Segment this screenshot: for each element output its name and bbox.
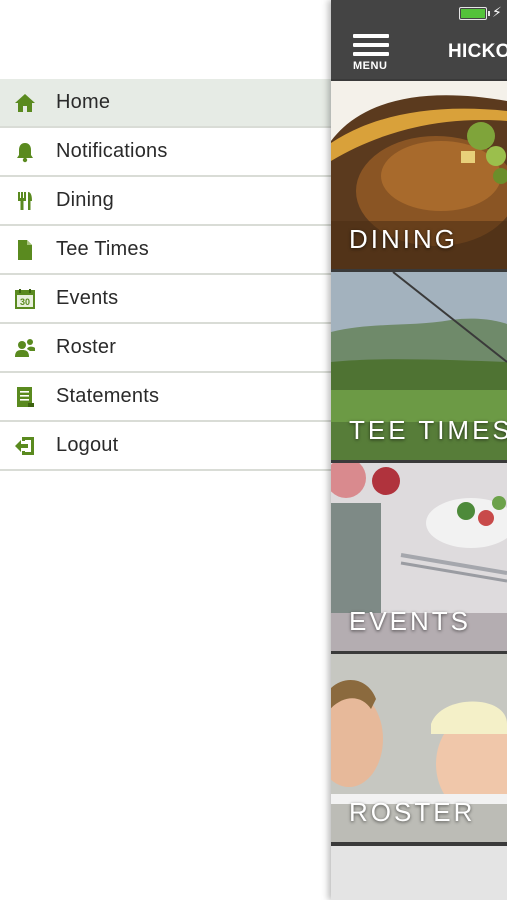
tile-tee-times[interactable]: TEE TIMES <box>331 272 507 460</box>
hamburger-icon-bar <box>353 43 389 47</box>
drawer-item-home[interactable]: Home <box>0 79 331 128</box>
tile-next-partial[interactable] <box>331 846 507 900</box>
menu-button-label: MENU <box>353 60 388 72</box>
tile-dining[interactable]: DINING <box>331 81 507 269</box>
drawer-item-label: Notifications <box>56 140 168 162</box>
club-name-title: HICKORY <box>448 41 507 62</box>
tile-label: ROSTER <box>349 797 476 827</box>
tile-label: DINING <box>349 224 458 254</box>
drawer-item-logout[interactable]: Logout <box>0 422 331 471</box>
main-content-panel: ⚡ MENU HICKORY DINING <box>331 0 507 900</box>
drawer-item-notifications[interactable]: Notifications <box>0 128 331 177</box>
drawer-item-events[interactable]: 30 Events <box>0 275 331 324</box>
navigation-drawer: Home Notifications Dining Tee Times 30 E… <box>0 0 331 900</box>
drawer-item-label: Roster <box>56 336 117 358</box>
people-icon <box>14 337 36 359</box>
tile-events[interactable]: EVENTS <box>331 463 507 651</box>
drawer-item-label: Dining <box>56 189 114 211</box>
drawer-item-statements[interactable]: Statements <box>0 373 331 422</box>
drawer-item-roster[interactable]: Roster <box>0 324 331 373</box>
drawer-item-dining[interactable]: Dining <box>0 177 331 226</box>
drawer-item-label: Events <box>56 287 119 309</box>
drawer-item-tee-times[interactable]: Tee Times <box>0 226 331 275</box>
drawer-item-label: Tee Times <box>56 238 149 260</box>
tile-roster[interactable]: ROSTER <box>331 654 507 842</box>
top-bar: ⚡ MENU HICKORY <box>331 0 507 79</box>
document-icon <box>14 239 36 261</box>
drawer-menu-list: Home Notifications Dining Tee Times 30 E… <box>0 79 331 471</box>
home-icon <box>14 92 36 114</box>
tile-label: EVENTS <box>349 606 472 636</box>
hamburger-icon <box>353 34 389 38</box>
hamburger-icon-bar <box>353 52 389 56</box>
drawer-item-label: Statements <box>56 385 160 407</box>
tile-label: TEE TIMES <box>349 415 507 445</box>
drawer-item-label: Home <box>56 91 111 113</box>
statement-icon <box>14 386 36 408</box>
calendar-day-text: 30 <box>20 297 30 307</box>
drawer-item-label: Logout <box>56 434 119 456</box>
bell-icon <box>14 141 36 163</box>
logout-icon <box>14 435 36 457</box>
charging-bolt-icon: ⚡ <box>492 4 502 20</box>
fork-knife-icon <box>14 190 36 212</box>
calendar-icon: 30 <box>14 288 36 310</box>
battery-icon <box>459 7 490 20</box>
menu-button[interactable]: MENU <box>353 34 393 74</box>
